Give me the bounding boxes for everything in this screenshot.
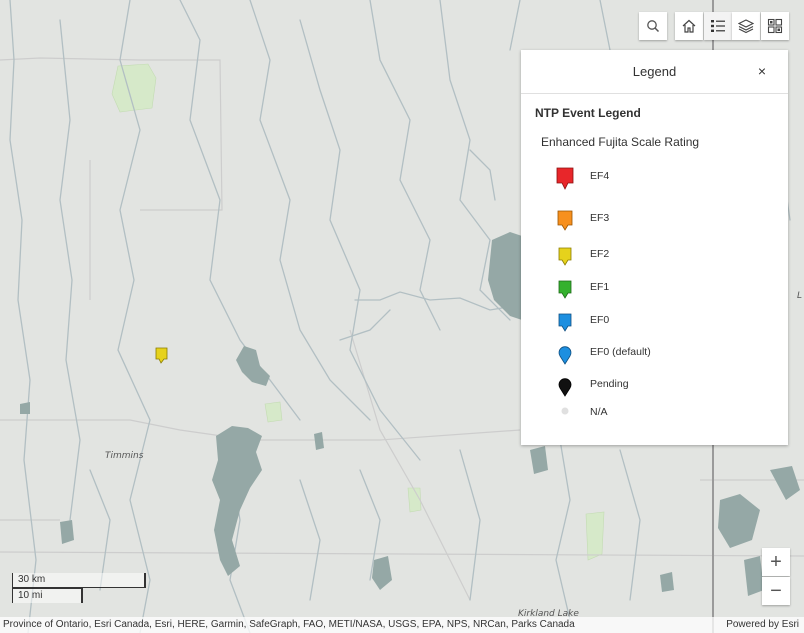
green-square-pin-icon	[558, 280, 572, 299]
legend-label: EF3	[590, 212, 610, 224]
map-label-partial: L	[797, 291, 803, 301]
black-round-pin-icon	[558, 378, 572, 397]
legend-button[interactable]	[704, 12, 732, 40]
scale-metric: 30 km	[12, 573, 146, 588]
zoom-out-button[interactable]: −	[762, 577, 790, 605]
blue-square-pin-icon	[558, 313, 572, 332]
red-square-pin-icon	[556, 167, 574, 190]
legend-item-na: N/A	[551, 401, 771, 427]
grid-icon	[767, 18, 783, 34]
list-icon	[711, 20, 725, 32]
legend-item-ef4: EF4	[551, 165, 771, 191]
legend-item-ef3: EF3	[551, 207, 771, 233]
legend-item-ef0-default: EF0 (default)	[551, 341, 771, 367]
legend-label: Pending	[590, 378, 629, 390]
legend-item-ef1: EF1	[551, 276, 771, 302]
attribution-bar: Province of Ontario, Esri Canada, Esri, …	[0, 617, 804, 633]
home-button[interactable]	[675, 12, 703, 40]
map-label-timmins: Timmins	[105, 451, 144, 461]
legend-label: EF2	[590, 248, 610, 260]
scale-imperial: 10 mi	[12, 588, 83, 603]
legend-label: N/A	[590, 406, 608, 418]
scale-bar: 30 km 10 mi	[12, 573, 146, 603]
legend-label: EF1	[590, 281, 610, 293]
home-icon	[682, 19, 696, 33]
powered-by-esri-link[interactable]: Powered by Esri	[726, 619, 799, 630]
attribution-text: Province of Ontario, Esri Canada, Esri, …	[3, 619, 575, 630]
basemap-gallery-button[interactable]	[761, 12, 789, 40]
legend-header: Legend ×	[521, 50, 788, 94]
legend-item-pending: Pending	[551, 373, 771, 399]
legend-item-ef2: EF2	[551, 243, 771, 269]
legend-item-ef0: EF0	[551, 309, 771, 335]
legend-layer-title: NTP Event Legend	[535, 106, 641, 120]
legend-label: EF0 (default)	[590, 346, 651, 358]
close-icon[interactable]: ×	[754, 63, 770, 79]
search-button[interactable]	[639, 12, 667, 40]
legend-title: Legend	[632, 64, 677, 79]
legend-label: EF4	[590, 170, 610, 182]
search-icon	[647, 20, 660, 33]
zoom-in-button[interactable]: +	[762, 548, 790, 576]
blue-round-pin-icon	[558, 346, 572, 365]
legend-panel: Legend × NTP Event Legend Enhanced Fujit…	[521, 50, 788, 445]
legend-field-title: Enhanced Fujita Scale Rating	[541, 135, 700, 149]
yellow-square-pin-icon	[558, 247, 572, 266]
orange-square-pin-icon	[557, 210, 573, 231]
gray-dot-icon	[561, 407, 569, 415]
layers-icon	[738, 19, 754, 34]
layer-list-button[interactable]	[732, 12, 760, 40]
legend-label: EF0	[590, 314, 610, 326]
